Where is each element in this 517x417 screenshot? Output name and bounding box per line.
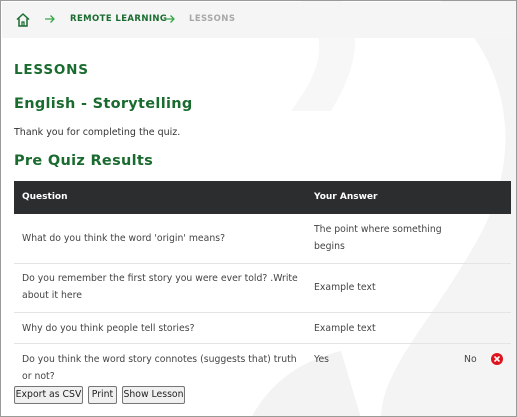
breadcrumb-item-remote-learning[interactable]: REMOTE LEARNING <box>70 14 167 24</box>
correct-answer-cell: No <box>464 354 477 365</box>
error-icon <box>491 353 503 365</box>
answer-cell: Example text <box>314 323 376 334</box>
table-row: What do you think the word 'origin' mean… <box>14 214 511 264</box>
question-cell: Do you remember the first story you were… <box>22 273 298 301</box>
column-header-answer: Your Answer <box>314 192 378 202</box>
home-icon[interactable] <box>15 12 31 28</box>
answer-cell: The point where something begins <box>314 224 442 252</box>
breadcrumb-item-lessons: LESSONS <box>189 14 236 24</box>
table-row: Do you remember the first story you were… <box>14 264 511 313</box>
breadcrumb: REMOTE LEARNING LESSONS <box>2 2 516 38</box>
arrow-right-icon <box>45 15 55 23</box>
completion-message: Thank you for completing the quiz. <box>14 127 181 138</box>
question-cell: Why do you think people tell stories? <box>22 323 195 334</box>
table-row: Why do you think people tell stories? Ex… <box>14 313 511 344</box>
lesson-title: English - Storytelling <box>14 96 193 112</box>
results-table: Question Your Answer What do you think t… <box>14 181 511 382</box>
table-row: Do you think the word story connotes (su… <box>14 344 511 382</box>
page-frame: REMOTE LEARNING LESSONS LESSONS English … <box>0 0 517 417</box>
arrow-right-icon <box>165 15 175 23</box>
answer-cell: Yes <box>314 354 330 365</box>
results-title: Pre Quiz Results <box>14 153 154 169</box>
section-title: LESSONS <box>14 62 89 78</box>
print-button[interactable]: Print <box>88 386 117 404</box>
question-cell: Do you think the word story connotes (su… <box>22 354 297 382</box>
question-cell: What do you think the word 'origin' mean… <box>22 233 226 244</box>
export-csv-button[interactable]: Export as CSV <box>14 386 83 404</box>
show-lesson-button[interactable]: Show Lesson <box>122 386 185 404</box>
column-header-question: Question <box>22 192 68 202</box>
answer-cell: Example text <box>314 282 376 293</box>
table-header: Question Your Answer <box>14 181 511 214</box>
